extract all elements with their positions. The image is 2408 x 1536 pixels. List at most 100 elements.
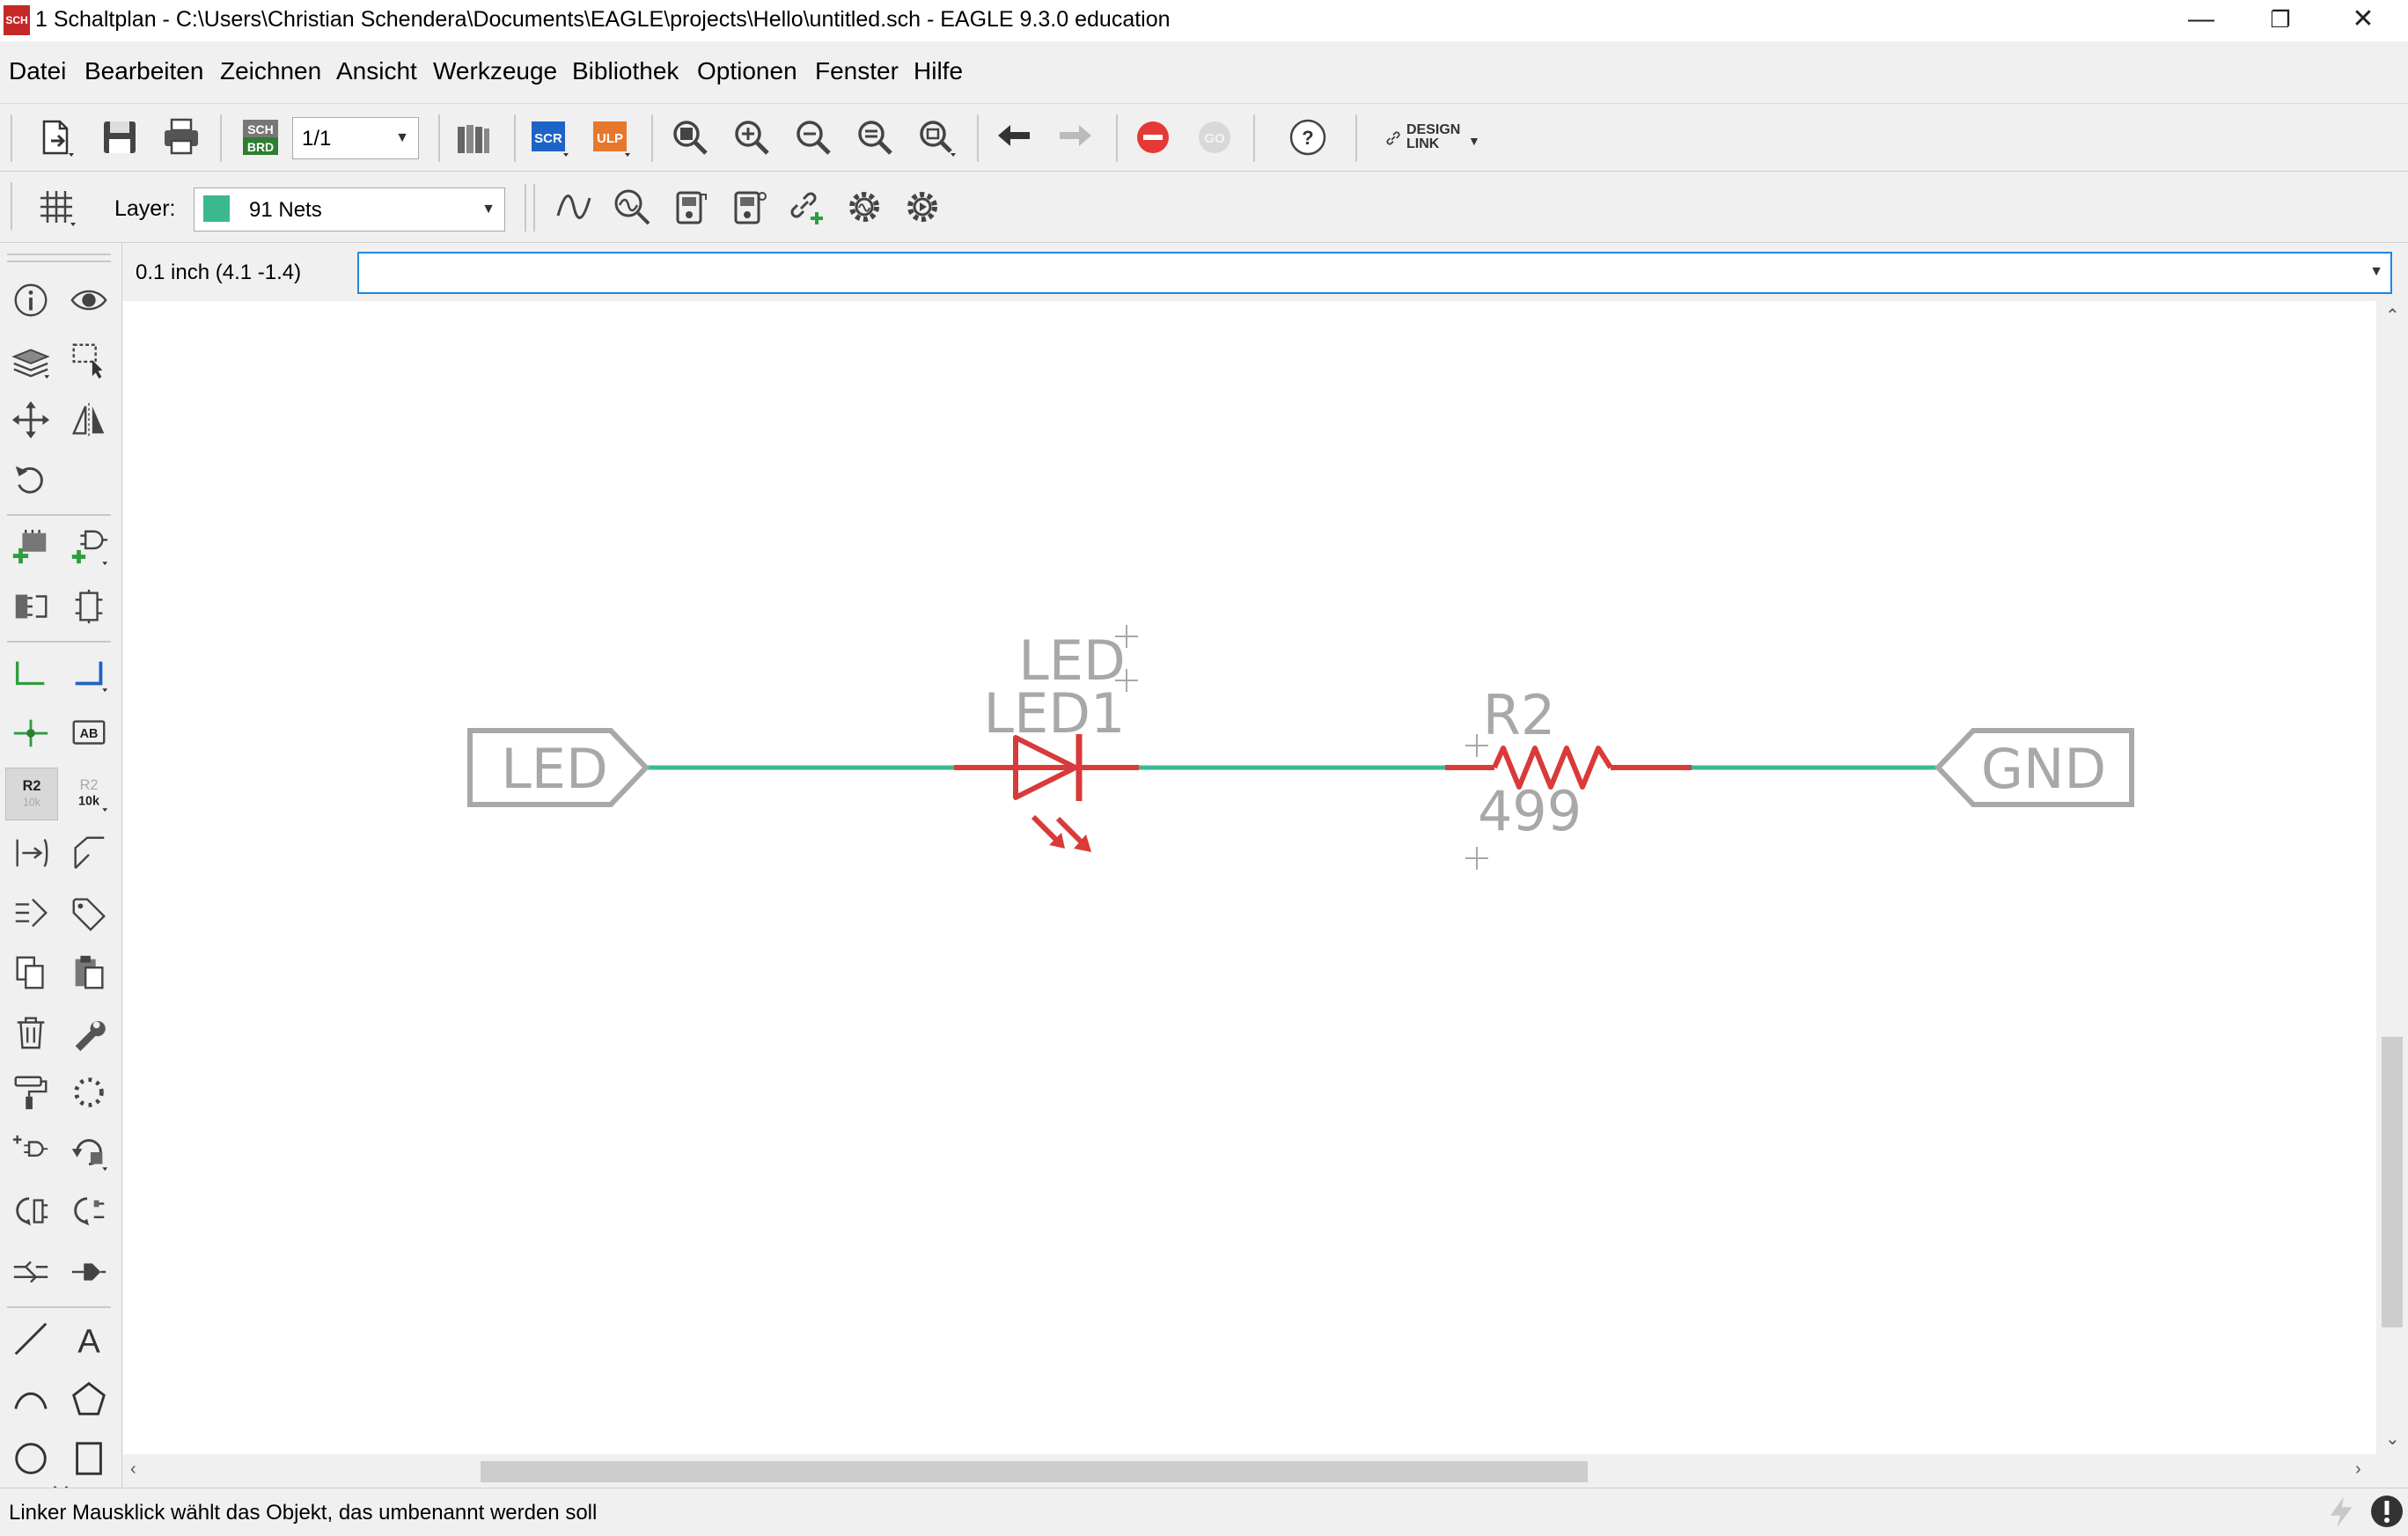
warning-icon[interactable]: [2369, 1494, 2404, 1529]
pin-swap-icon[interactable]: [5, 827, 56, 878]
stop-icon[interactable]: [1130, 114, 1176, 160]
simulation-settings-icon[interactable]: [841, 184, 887, 230]
junction-icon[interactable]: [5, 708, 56, 759]
vertical-scrollbar[interactable]: ⌃ ⌄: [2376, 301, 2408, 1454]
menu-optionen[interactable]: Optionen: [697, 57, 797, 85]
group-select-icon[interactable]: [63, 334, 114, 386]
menu-datei[interactable]: Datei: [9, 57, 66, 85]
net-icon[interactable]: [5, 648, 56, 699]
menu-ansicht[interactable]: Ansicht: [336, 57, 417, 85]
voltage-probe-icon[interactable]: [667, 184, 713, 230]
lightning-icon[interactable]: [2325, 1496, 2359, 1529]
connector-icon[interactable]: [63, 1246, 114, 1297]
line-icon[interactable]: [5, 1313, 56, 1364]
help-icon[interactable]: ?: [1285, 114, 1331, 160]
sch-brd-switch-icon[interactable]: SCH BRD: [238, 114, 283, 160]
go-icon[interactable]: GO: [1192, 114, 1237, 160]
layer-select[interactable]: 91 Nets ▼: [194, 187, 505, 232]
resistor-name-text[interactable]: R2: [1483, 683, 1556, 747]
add-gate-icon[interactable]: [63, 521, 114, 572]
menu-bibliothek[interactable]: Bibliothek: [572, 57, 679, 85]
text-icon[interactable]: A: [63, 1313, 114, 1364]
rotate-part-icon[interactable]: [63, 1127, 114, 1178]
paste-icon[interactable]: [63, 947, 114, 998]
restore-button[interactable]: ❐: [2241, 0, 2320, 41]
minimize-button[interactable]: —: [2162, 0, 2241, 41]
chevron-down-icon[interactable]: ▼: [2369, 264, 2383, 280]
run-simulation-icon[interactable]: [899, 184, 945, 230]
expand-more-icon[interactable]: [35, 1440, 86, 1501]
arc-icon[interactable]: [5, 1373, 56, 1424]
scroll-up-icon[interactable]: ⌃: [2385, 305, 2400, 327]
slice-icon[interactable]: [63, 827, 114, 878]
vertical-scroll-thumb[interactable]: [2382, 1037, 2403, 1327]
menu-hilfe[interactable]: Hilfe: [914, 57, 963, 85]
delete-trash-icon[interactable]: [5, 1007, 56, 1058]
wrench-icon[interactable]: [63, 1007, 114, 1058]
print-icon[interactable]: [158, 114, 204, 160]
grid-icon[interactable]: [33, 184, 79, 230]
schematic-canvas[interactable]: LED LED LED1 R2 499 GND: [123, 301, 2376, 1454]
design-link-label: DESIGN LINK: [1406, 122, 1461, 151]
scroll-right-icon[interactable]: ›: [2355, 1459, 2361, 1480]
zoom-fit-icon[interactable]: [667, 114, 713, 160]
library-books-icon[interactable]: [451, 114, 496, 160]
design-link-button[interactable]: DESIGN LINK ▼: [1380, 120, 1486, 157]
value-tool-icon[interactable]: R2 10k: [63, 768, 114, 819]
split-icon[interactable]: [5, 1246, 56, 1297]
layers-icon[interactable]: [5, 334, 56, 386]
add-part-icon[interactable]: [5, 521, 56, 572]
pin-swap-part-icon[interactable]: [63, 1187, 114, 1238]
polygon-icon[interactable]: [63, 1373, 114, 1424]
phase-probe-icon[interactable]: [725, 184, 771, 230]
add-gate-small-icon[interactable]: [5, 1127, 56, 1178]
led-diode[interactable]: [954, 734, 1139, 852]
horizontal-scrollbar[interactable]: ‹ ›: [123, 1454, 2376, 1488]
zoom-out-icon[interactable]: [790, 114, 836, 160]
script-icon[interactable]: SCR: [526, 114, 572, 160]
attribute-icon[interactable]: [5, 887, 56, 938]
close-button[interactable]: ✕: [2324, 0, 2403, 41]
label-icon[interactable]: AB: [63, 708, 114, 759]
invoke-icon[interactable]: [63, 581, 114, 632]
save-icon[interactable]: [97, 114, 143, 160]
replace-icon[interactable]: [5, 581, 56, 632]
move-icon[interactable]: [5, 394, 56, 445]
ulp-icon[interactable]: ULP: [588, 114, 634, 160]
name-tool-icon[interactable]: R2 10k: [5, 768, 58, 820]
menu-zeichnen[interactable]: Zeichnen: [220, 57, 321, 85]
ulp-label: ULP: [597, 131, 623, 146]
probe-icon[interactable]: [609, 184, 655, 230]
menu-bearbeiten[interactable]: Bearbeiten: [84, 57, 203, 85]
add-link-icon[interactable]: [783, 184, 829, 230]
info-icon[interactable]: [5, 275, 56, 326]
ratsnest-icon[interactable]: [63, 1067, 114, 1118]
led-name-text[interactable]: LED1: [984, 681, 1126, 746]
mirror-icon[interactable]: [63, 394, 114, 445]
horizontal-scroll-thumb[interactable]: [481, 1461, 1588, 1482]
command-input[interactable]: ▼: [357, 252, 2392, 294]
zoom-redraw-icon[interactable]: [852, 114, 898, 160]
paint-roller-icon[interactable]: [5, 1067, 56, 1118]
rotate-icon[interactable]: [5, 454, 56, 505]
new-file-icon[interactable]: [33, 114, 79, 160]
zoom-select-icon[interactable]: [914, 114, 959, 160]
zoom-in-icon[interactable]: [729, 114, 775, 160]
net-label-led[interactable]: LED: [467, 728, 650, 807]
resistor-value-text[interactable]: 499: [1478, 779, 1582, 843]
net-label-gnd[interactable]: GND: [1934, 728, 2134, 807]
net-label-gnd-text: GND: [1981, 737, 2106, 801]
scroll-down-icon[interactable]: ⌄: [2385, 1428, 2400, 1450]
menu-werkzeuge[interactable]: Werkzeuge: [433, 57, 557, 85]
undo-icon[interactable]: [991, 114, 1037, 160]
menu-fenster[interactable]: Fenster: [815, 57, 899, 85]
tag-icon[interactable]: [63, 887, 114, 938]
sheet-select[interactable]: 1/1 ▼: [292, 117, 419, 159]
scroll-left-icon[interactable]: ‹: [130, 1459, 136, 1480]
bus-icon[interactable]: [63, 648, 114, 699]
redo-icon[interactable]: [1053, 114, 1098, 160]
simulation-waveform-icon[interactable]: [551, 184, 597, 230]
copy-icon[interactable]: [5, 947, 56, 998]
show-eye-icon[interactable]: [63, 275, 114, 326]
gate-swap-icon[interactable]: [5, 1187, 56, 1238]
